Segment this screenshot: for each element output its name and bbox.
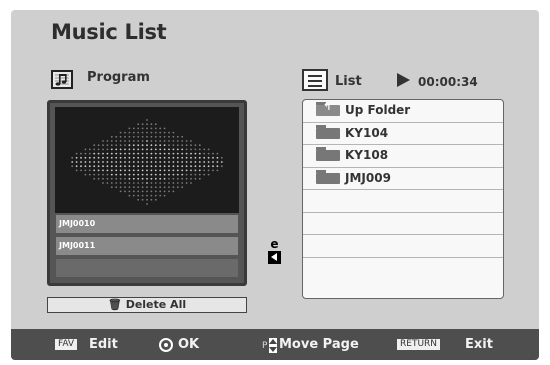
exit-label[interactable]: Exit: [465, 337, 493, 352]
up-folder-icon: [316, 102, 340, 116]
delete-all-label: Delete All: [125, 298, 187, 311]
list-item-empty[interactable]: [303, 213, 503, 235]
move-left-icon[interactable]: [268, 251, 281, 264]
playback-time: 00:00:34: [418, 75, 478, 89]
folder-icon: [316, 124, 340, 139]
music-list-screen: Music List Program List 00:00:34 JMJ0010…: [11, 10, 539, 360]
folder-icon: [316, 147, 340, 161]
program-panel: JMJ0010 JMJ0011: [47, 100, 247, 286]
list-item[interactable]: KY104: [303, 123, 503, 145]
list-item-empty[interactable]: [303, 258, 503, 281]
audio-visualizer: [55, 107, 239, 213]
folder-icon: [316, 169, 340, 184]
delete-all-button[interactable]: 🗑 Delete All: [47, 297, 247, 313]
page-indicator: e: [270, 237, 279, 251]
playlist: JMJ0010 JMJ0011: [56, 215, 238, 281]
playlist-item[interactable]: [56, 259, 238, 277]
playlist-item[interactable]: JMJ0011: [56, 237, 238, 255]
page-title: Music List: [51, 20, 167, 44]
file-list: Up Folder KY104 KY108 JMJ009: [302, 99, 504, 299]
bottom-help-bar: FAV Edit OK P Move Page RETURN Exit: [11, 329, 539, 360]
move-page-label[interactable]: Move Page: [279, 337, 359, 352]
music-note-icon: [51, 70, 73, 89]
fav-key: FAV: [55, 339, 78, 350]
ok-label[interactable]: OK: [178, 337, 199, 352]
list-label: List: [335, 74, 362, 89]
trash-icon: 🗑: [107, 298, 122, 311]
list-item-empty[interactable]: [303, 190, 503, 213]
play-icon: [397, 73, 410, 87]
list-item-up-folder[interactable]: Up Folder: [303, 100, 503, 123]
playlist-item[interactable]: JMJ0010: [56, 215, 238, 233]
ok-icon: [159, 338, 173, 352]
edit-label[interactable]: Edit: [89, 337, 118, 352]
list-item[interactable]: JMJ009: [303, 168, 503, 190]
p-key: P: [262, 341, 268, 351]
return-key: RETURN: [397, 339, 441, 350]
list-item-empty[interactable]: [303, 235, 503, 258]
list-item[interactable]: KY108: [303, 145, 503, 168]
page-up-down-icon: [269, 338, 277, 353]
list-icon: [302, 69, 328, 91]
program-label: Program: [87, 70, 150, 85]
